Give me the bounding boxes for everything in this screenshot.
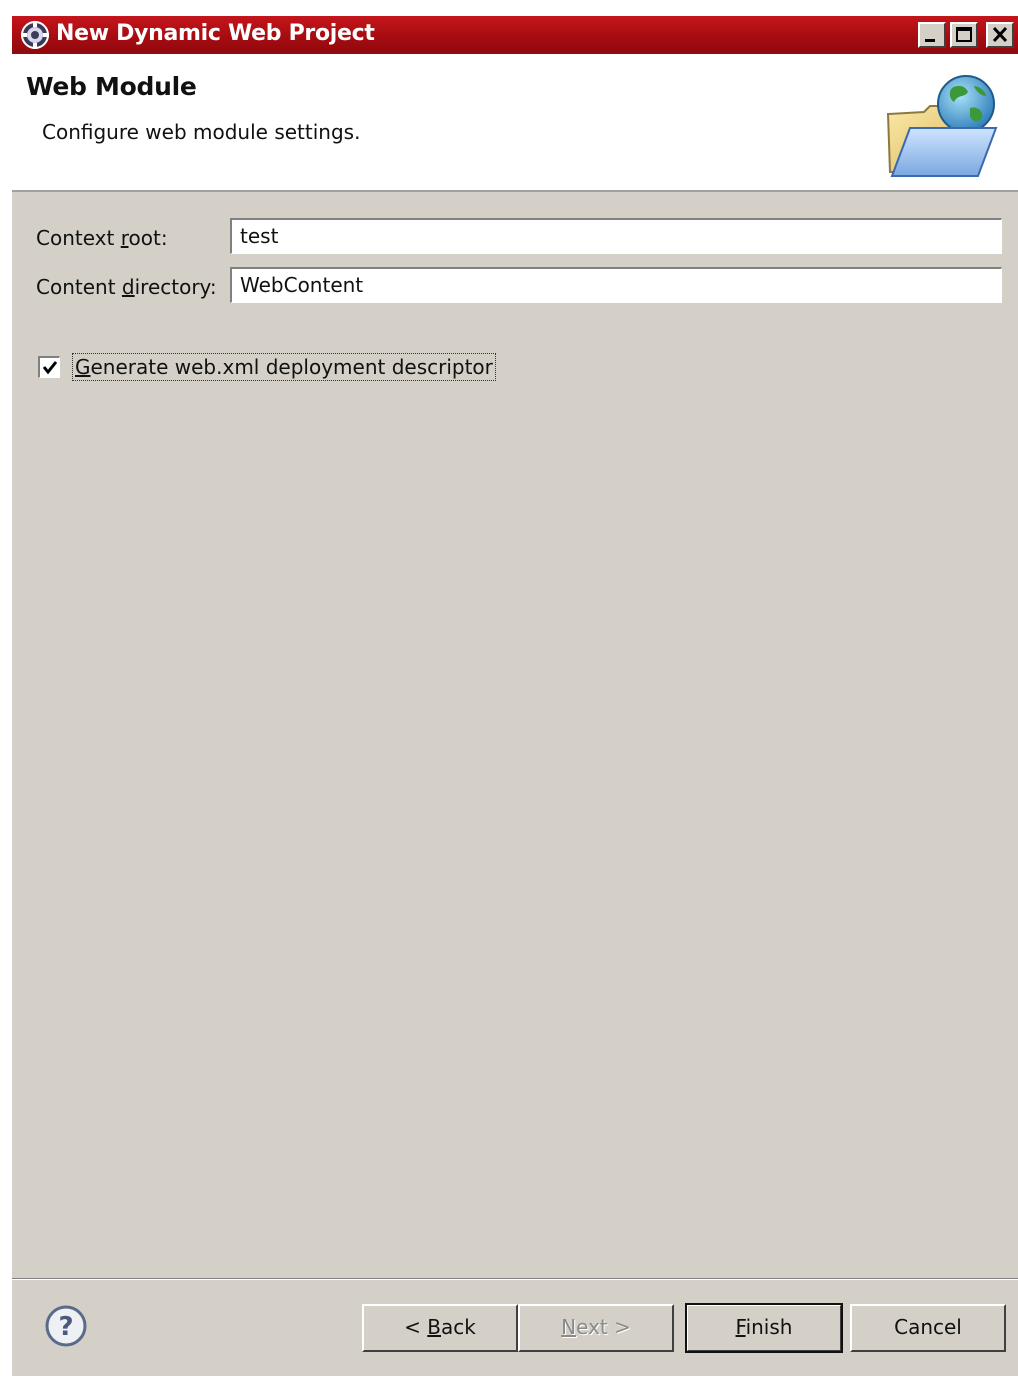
eclipse-gear-icon <box>20 20 50 50</box>
minimize-button[interactable] <box>918 22 946 48</box>
folder-globe-icon <box>878 72 1006 180</box>
page-title: Web Module <box>26 72 197 101</box>
back-button[interactable]: < Back <box>362 1304 518 1352</box>
generate-descriptor-label[interactable]: Generate web.xml deployment descriptor <box>72 353 496 381</box>
back-label-pre: < <box>404 1315 428 1339</box>
content-directory-label-post: irectory: <box>134 275 217 299</box>
button-bar-separator <box>12 1278 1018 1280</box>
cancel-button[interactable]: Cancel <box>850 1304 1006 1352</box>
generate-descriptor-label-text: enerate web.xml deployment descriptor <box>90 355 493 379</box>
content-directory-mnemonic: d <box>121 275 135 299</box>
content-directory-input[interactable]: WebContent <box>229 266 1003 304</box>
next-button[interactable]: Next > <box>518 1304 674 1352</box>
maximize-button[interactable] <box>950 22 978 48</box>
generate-descriptor-mnemonic: G <box>75 355 91 379</box>
next-mnemonic: N <box>561 1315 577 1339</box>
content-directory-label: Content directory: <box>36 275 217 299</box>
svg-text:?: ? <box>58 1312 73 1342</box>
context-root-label-pre: Context <box>36 226 121 250</box>
next-label-post: ext > <box>576 1315 631 1339</box>
back-mnemonic: B <box>427 1315 441 1339</box>
context-root-input[interactable]: test <box>229 217 1003 255</box>
finish-mnemonic: F <box>735 1315 746 1339</box>
finish-label-post: inish <box>745 1315 793 1339</box>
close-button[interactable] <box>986 22 1014 48</box>
generate-descriptor-checkbox[interactable] <box>38 356 60 378</box>
window-title: New Dynamic Web Project <box>56 21 375 46</box>
finish-button[interactable]: Finish <box>685 1303 843 1353</box>
back-label-post: ack <box>441 1315 476 1339</box>
content-directory-label-pre: Content <box>36 275 122 299</box>
context-root-label: Context root: <box>36 226 168 250</box>
help-icon[interactable]: ? <box>44 1304 88 1348</box>
context-root-label-post: oot: <box>128 226 168 250</box>
context-root-mnemonic: r <box>120 226 129 250</box>
title-bar[interactable]: New Dynamic Web Project <box>12 16 1018 54</box>
dialog-window: New Dynamic Web Project Web Module Confi… <box>10 16 1018 1376</box>
page-description: Configure web module settings. <box>42 120 361 144</box>
wizard-header: Web Module Configure web module settings… <box>12 54 1018 192</box>
